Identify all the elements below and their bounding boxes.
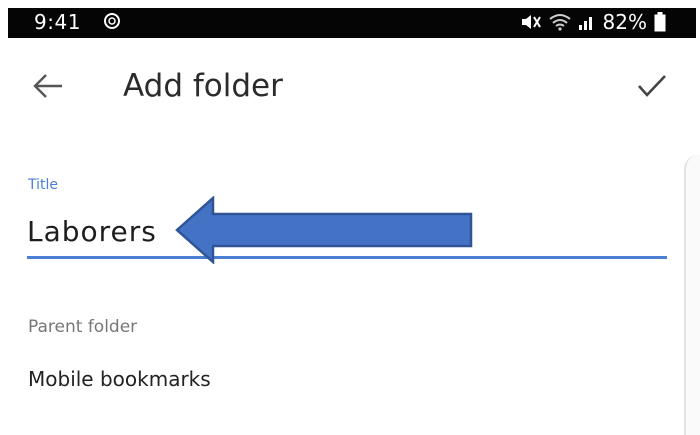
- arrow-left-icon: [32, 72, 64, 104]
- mute-icon: [520, 13, 542, 31]
- wifi-icon: [548, 13, 571, 31]
- parent-folder-value[interactable]: Mobile bookmarks: [28, 367, 211, 391]
- status-time: 9:41: [34, 10, 81, 34]
- annotation-arrow: [175, 195, 475, 265]
- save-button[interactable]: [630, 68, 674, 108]
- scrollbar[interactable]: [684, 155, 700, 435]
- back-button[interactable]: [28, 68, 68, 108]
- circle-notification-icon: [103, 11, 121, 29]
- title-field-label: Title: [28, 177, 59, 193]
- status-icons: 82%: [520, 10, 666, 34]
- check-icon: [636, 73, 668, 103]
- battery-percentage: 82%: [602, 10, 647, 34]
- status-bar: 9:41 82%: [8, 8, 696, 38]
- battery-icon: [654, 12, 666, 32]
- signal-icon: [578, 13, 596, 31]
- parent-folder-label: Parent folder: [28, 317, 138, 337]
- page-title: Add folder: [123, 68, 283, 104]
- app-bar: Add folder: [8, 38, 696, 138]
